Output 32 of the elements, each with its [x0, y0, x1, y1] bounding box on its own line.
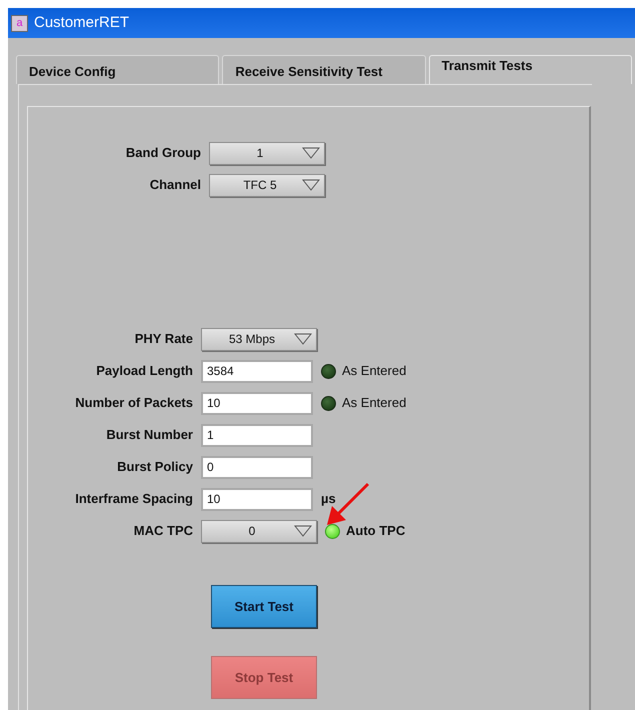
- indicator-label: As Entered: [342, 394, 406, 412]
- indicator-label: Auto TPC: [346, 522, 406, 540]
- tab[interactable]: Receive Sensitivity Test: [222, 55, 426, 84]
- input-field[interactable]: 1: [201, 424, 313, 446]
- input-field[interactable]: 10: [201, 392, 313, 414]
- unit-label: µs: [321, 490, 336, 508]
- field-label: MAC TPC: [132, 522, 194, 540]
- field-label: Band Group: [124, 144, 202, 162]
- field-label: Number of Packets: [74, 394, 194, 412]
- dropdown[interactable]: 0: [201, 520, 317, 542]
- indicator-label: As Entered: [342, 362, 406, 380]
- dropdown-arrow-icon: [302, 179, 320, 191]
- field-label: Burst Number: [105, 426, 194, 444]
- dropdown[interactable]: TFC 5: [209, 174, 325, 196]
- app-icon: a: [11, 14, 28, 32]
- input-field[interactable]: 10: [201, 488, 313, 510]
- input-field[interactable]: 3584: [201, 360, 313, 382]
- dropdown-arrow-icon: [294, 525, 312, 537]
- tab[interactable]: Device Config: [16, 55, 220, 84]
- field-label: Interframe Spacing: [74, 490, 194, 508]
- dropdown[interactable]: 53 Mbps: [201, 328, 317, 350]
- field-label: Burst Policy: [116, 458, 194, 476]
- field-label: Channel: [148, 176, 202, 194]
- dropdown-arrow-icon: [302, 147, 320, 159]
- window-title: CustomerRET: [34, 12, 130, 33]
- field-label: PHY Rate: [134, 330, 194, 348]
- dropdown-arrow-icon: [294, 333, 312, 345]
- field-label: Payload Length: [95, 362, 194, 380]
- input-field[interactable]: 0: [201, 456, 313, 478]
- start-button[interactable]: Start Test: [211, 585, 317, 628]
- tab[interactable]: Transmit Tests: [428, 55, 632, 84]
- dropdown[interactable]: 1: [209, 142, 325, 164]
